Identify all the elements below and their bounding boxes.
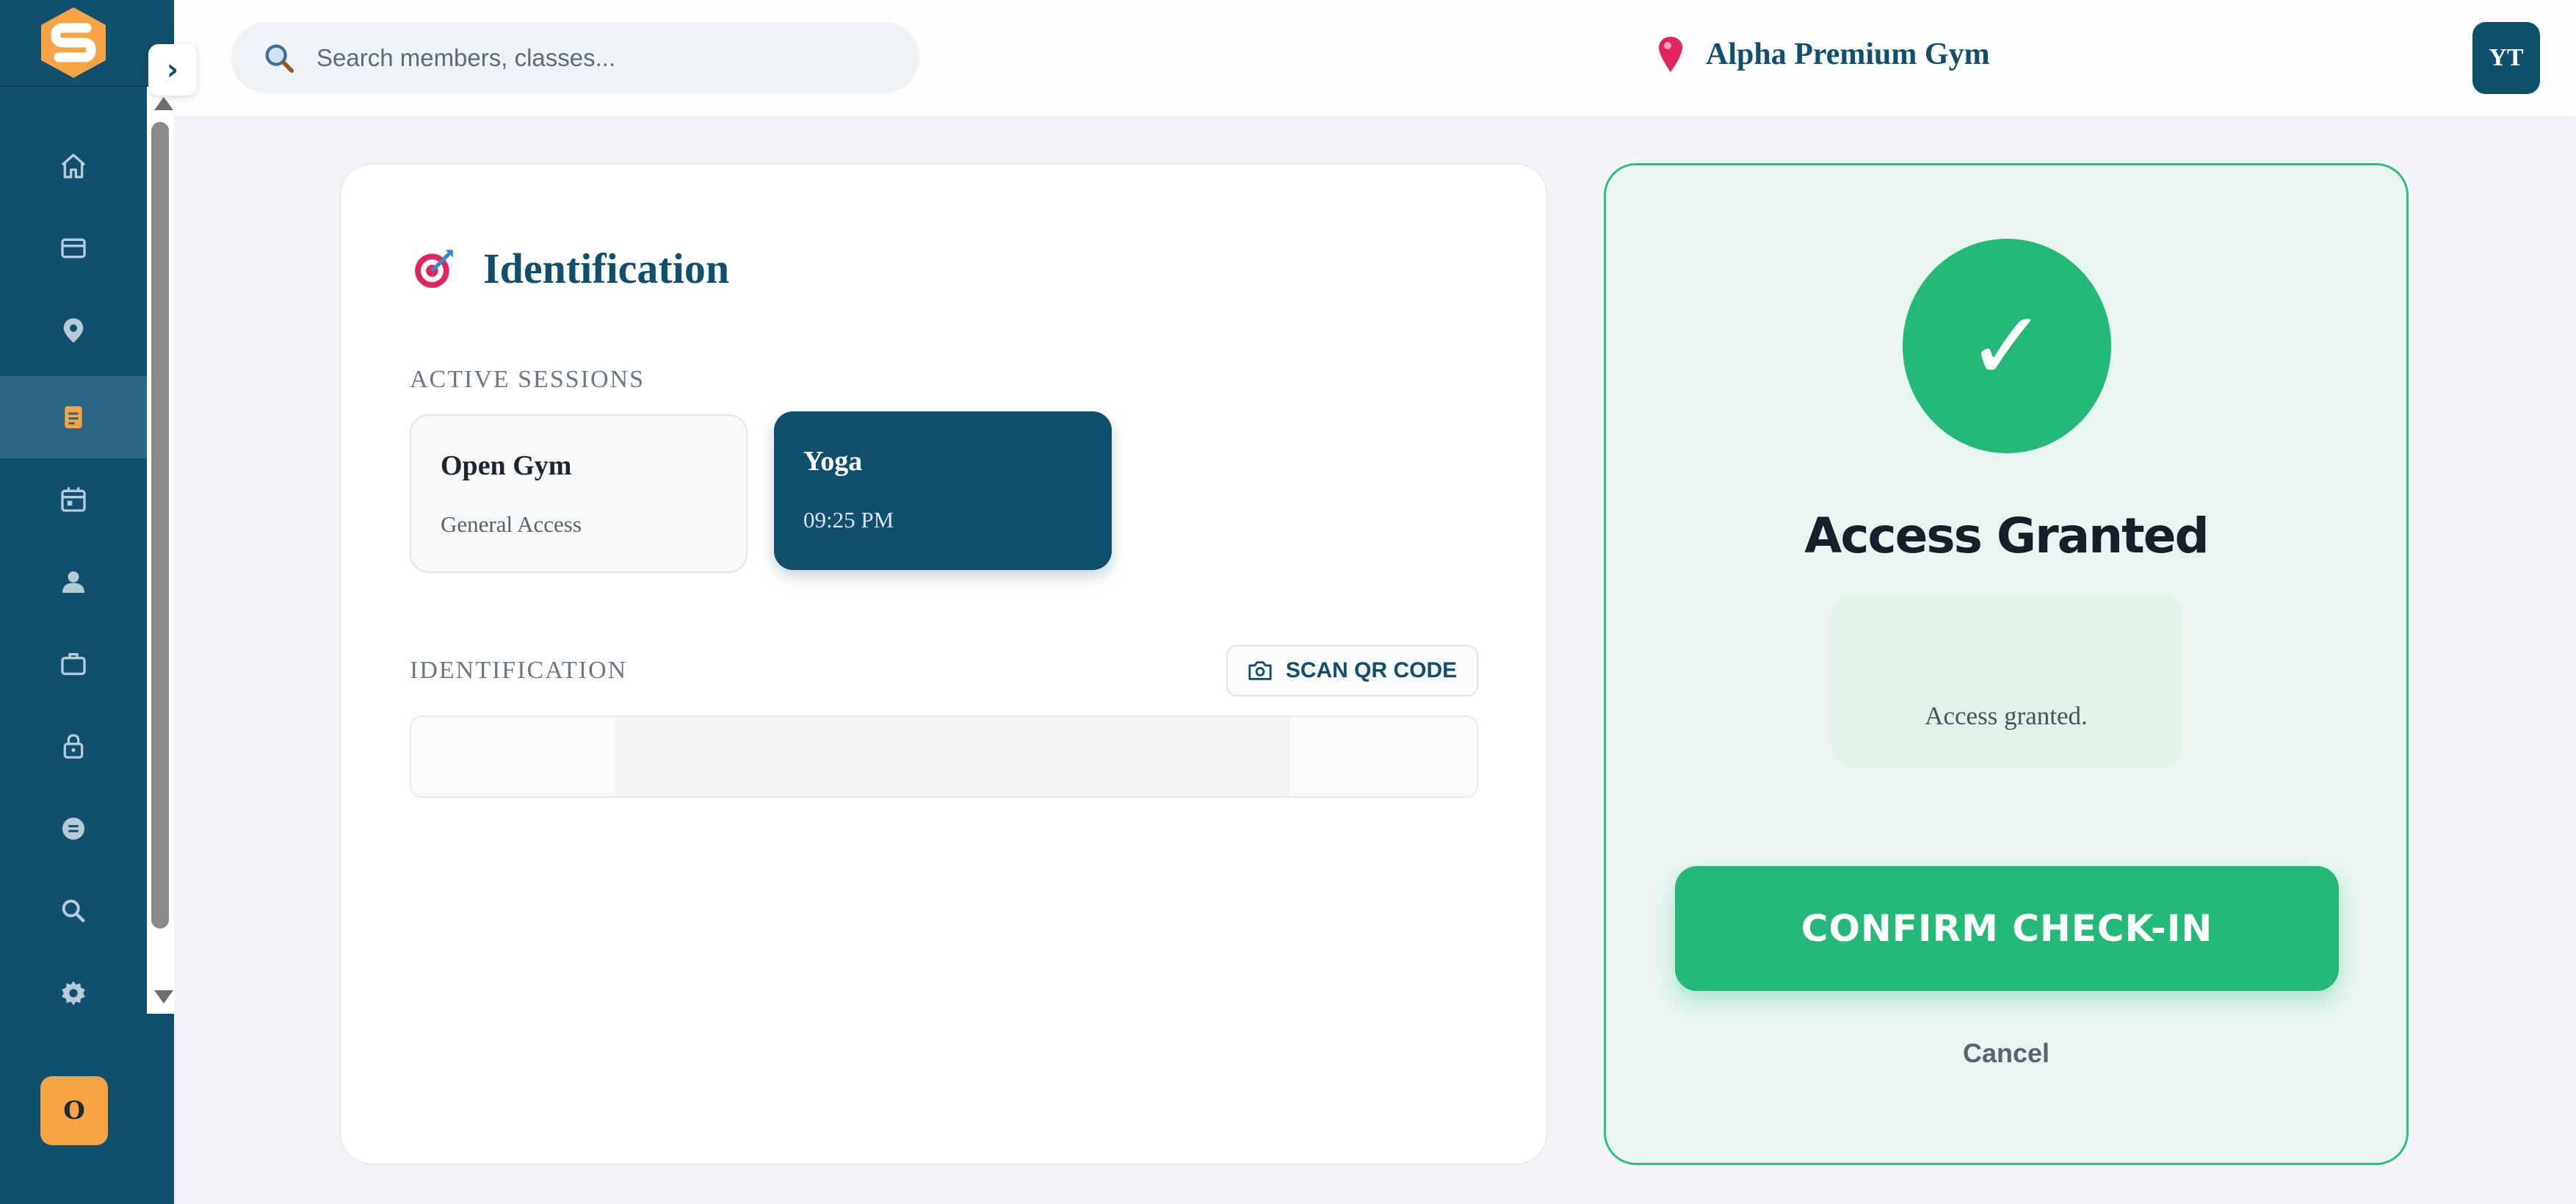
scan-qr-button[interactable]: SCAN QR CODE [1226,645,1478,696]
sidebar-item-calendar[interactable] [0,458,147,541]
sidebar-scrollbar[interactable] [147,87,174,1014]
sidebar-item-security[interactable] [0,705,147,787]
access-message-box [1832,593,2182,766]
session-card-yoga[interactable]: Yoga 09:25 PM [774,411,1112,570]
identification-input[interactable] [410,715,1478,798]
calendar-icon [61,487,86,512]
location-name: Alpha Premium Gym [1706,37,1990,71]
scroll-down-arrow-icon[interactable] [154,990,173,1003]
sidebar-item-staff[interactable] [0,623,147,705]
top-header: Alpha Premium Gym YT [174,0,2576,116]
camera-icon [1248,661,1272,680]
sidebar-toggle-button[interactable]: › [148,44,197,95]
sidebar-item-messages[interactable] [0,787,147,870]
identification-input-highlight [615,717,1289,796]
lock-icon [63,734,84,759]
session-name: Open Gym [441,450,572,481]
checkmark-icon: ✓ [1903,239,2111,453]
access-message: Access granted. [1925,702,2088,730]
map-pin-icon [1659,37,1682,72]
sidebar-item-check-in[interactable] [0,376,147,458]
scroll-up-arrow-icon[interactable] [154,97,173,110]
sidebar-nav [0,87,147,1014]
sidebar-item-billing[interactable] [0,207,147,289]
target-icon [415,249,453,288]
chat-icon [62,818,84,840]
scan-qr-label: SCAN QR CODE [1285,658,1458,682]
session-card-open-gym[interactable]: Open Gym General Access [410,414,748,573]
search-bar[interactable] [231,22,919,93]
cancel-button[interactable]: Cancel [1606,1038,2406,1069]
sidebar-item-members[interactable] [0,541,147,623]
user-icon [62,571,84,593]
identification-label: IDENTIFICATION [410,657,628,684]
card-title: Identification [411,244,729,293]
user-badge[interactable]: O [40,1076,108,1145]
search-input[interactable] [316,43,875,72]
session-name: Yoga [803,446,863,477]
access-status-title: Access Granted [1804,508,2209,564]
location-selector[interactable]: Alpha Premium Gym [1656,35,1990,73]
map-pin-icon [63,318,84,343]
gear-icon [62,981,85,1006]
sidebar: O [0,0,174,1204]
scroll-thumb[interactable] [151,122,169,929]
session-subtitle: 09:25 PM [803,507,894,533]
home-icon [61,154,86,179]
confirm-check-in-button[interactable]: CONFIRM CHECK-IN [1675,866,2339,991]
briefcase-icon [61,653,86,675]
session-subtitle: General Access [441,511,582,537]
sidebar-item-settings[interactable] [0,952,147,1034]
identification-card: Identification ACTIVE SESSIONS Open Gym … [339,163,1548,1165]
sidebar-item-home[interactable] [0,125,147,207]
card-icon [61,238,86,259]
brand-logo-icon [41,7,106,78]
active-sessions-label: ACTIVE SESSIONS [410,366,645,393]
search-icon [265,44,294,73]
sidebar-item-search[interactable] [0,870,147,952]
avatar[interactable]: YT [2472,22,2540,94]
sidebar-item-locations[interactable] [0,289,147,372]
search-icon [62,899,85,923]
clipboard-icon [65,406,82,428]
access-result-card: ✓ Access Granted Access granted. CONFIRM… [1604,163,2409,1165]
page-title: Identification [483,245,730,292]
